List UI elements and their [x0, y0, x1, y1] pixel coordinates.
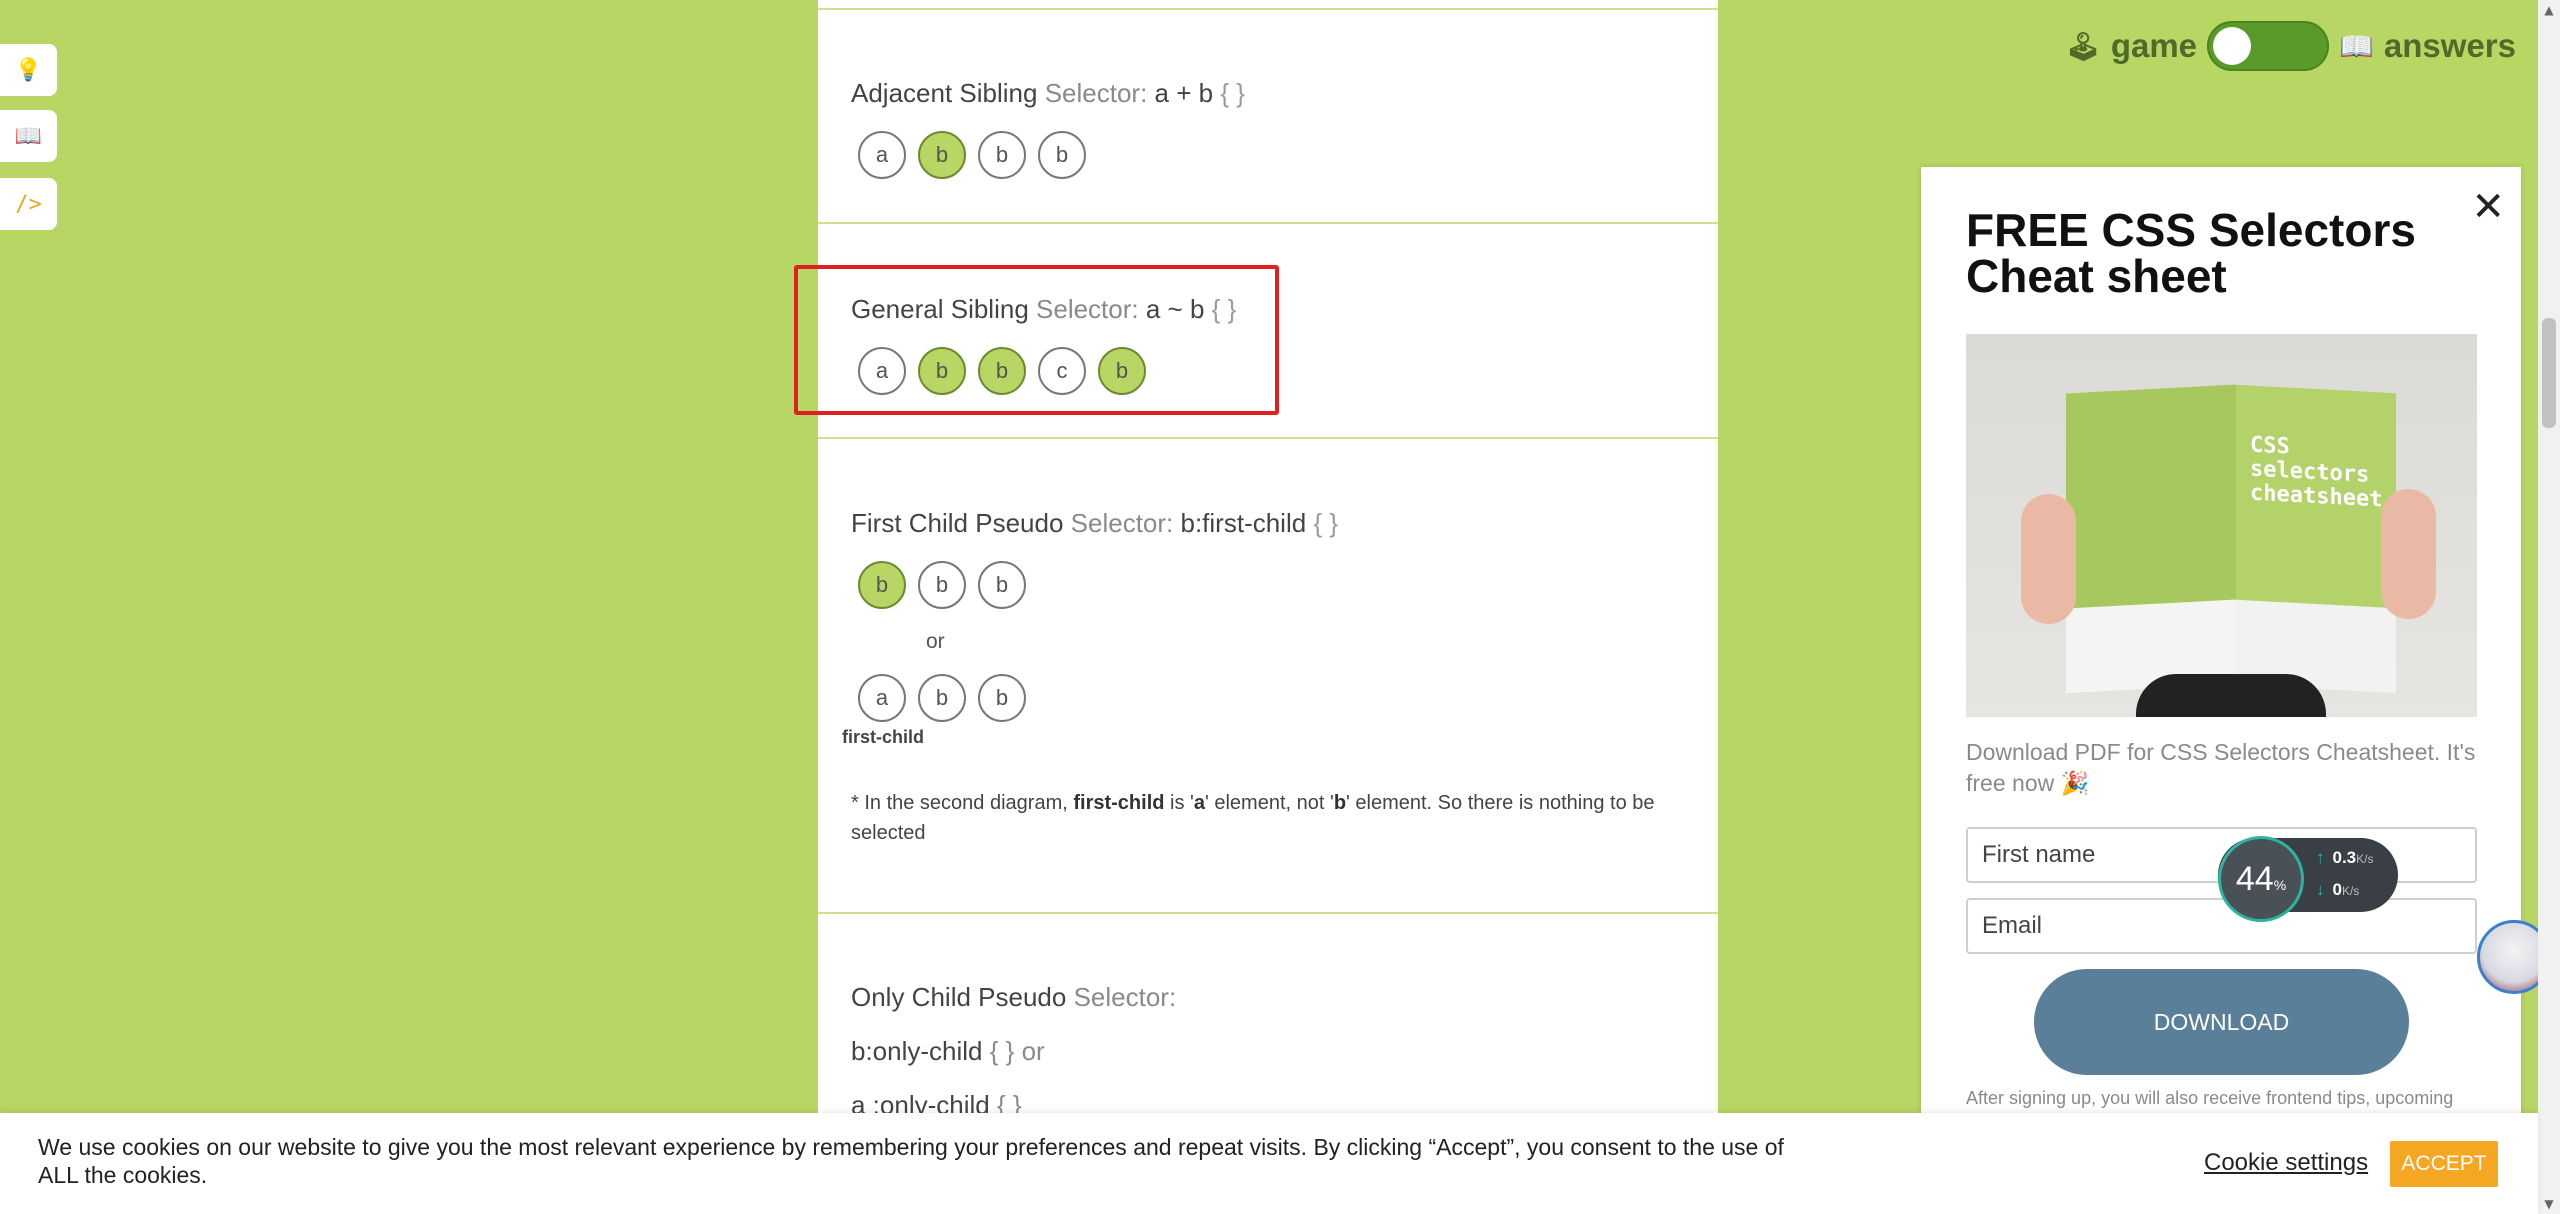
node-circle: b [978, 131, 1026, 179]
adjacent-diagram: a b b b [858, 131, 1086, 179]
mode-switch: 🕹 game 📖 answers [2065, 20, 2516, 72]
book-left-page [2066, 384, 2236, 694]
code-icon: /> [15, 191, 42, 217]
selector-braces: { } [1220, 78, 1245, 108]
selector-word: Selector: [1036, 294, 1139, 324]
node-circle: c [1038, 347, 1086, 395]
divider [818, 222, 1718, 224]
selector-code: b:first-child [1180, 508, 1307, 538]
selectors-content: Adjacent Sibling Selector: a + b { } a b… [818, 0, 1718, 1214]
only-child-line-1: b:only-child { } or [851, 1036, 1045, 1067]
selector-name: Only Child Pseudo [851, 982, 1067, 1012]
book-cover-text: CSS selectors cheatsheet [2250, 432, 2383, 513]
email-field[interactable]: Email [1966, 898, 2477, 954]
selector-word: Selector: [1073, 982, 1177, 1012]
selector-braces: { } [1211, 294, 1237, 324]
game-label[interactable]: game [2111, 27, 2197, 65]
divider [818, 912, 1718, 914]
general-diagram: a b b c b [858, 347, 1146, 395]
upload-arrow-icon: ↑ [2316, 848, 2325, 867]
node-circle: a [858, 131, 906, 179]
left-hand [2021, 494, 2076, 624]
selector-word: Selector: [1070, 508, 1174, 538]
page-scrollbar[interactable]: ▲ ▼ [2538, 0, 2560, 1214]
usage-percent: 44 [2235, 859, 2274, 898]
lightbulb-icon: 💡 [14, 57, 43, 83]
download-speed: ↓ 0K/s [2316, 880, 2360, 899]
node-circle: b [1038, 131, 1086, 179]
upload-speed: ↑ 0.3K/s [2316, 848, 2374, 867]
node-circle: a [858, 674, 906, 722]
selector-name: First Child Pseudo [851, 508, 1064, 538]
selector-braces: { } or [989, 1036, 1045, 1066]
divider [818, 437, 1718, 439]
scroll-up-arrow-icon[interactable]: ▲ [2538, 0, 2560, 20]
cookie-settings-link[interactable]: Cookie settings [2204, 1149, 2368, 1177]
game-answers-toggle[interactable] [2207, 21, 2330, 71]
scroll-down-arrow-icon[interactable]: ▼ [2538, 1194, 2560, 1214]
selector-name: Adjacent Sibling [851, 78, 1038, 108]
answers-label[interactable]: answers [2384, 27, 2516, 65]
book-right-page: CSS selectors cheatsheet [2236, 384, 2396, 694]
book-icon: 📖 [14, 123, 43, 149]
code-tab[interactable]: /> [0, 178, 57, 230]
cookie-banner: We use cookies on our website to give yo… [0, 1113, 2538, 1214]
selector-word: Selector: [1044, 78, 1148, 108]
node-circle: a [858, 347, 906, 395]
hint-tab[interactable]: 💡 [0, 44, 57, 96]
close-icon[interactable]: ✕ [2471, 187, 2505, 227]
download-arrow-icon: ↓ [2316, 880, 2325, 899]
first-child-caption: first-child [842, 727, 925, 747]
or-text: or [926, 630, 945, 653]
first-child-note: * In the second diagram, first-child is … [851, 792, 1655, 844]
node-circle-selected: b [978, 347, 1026, 395]
divider [818, 8, 1718, 10]
docs-tab[interactable]: 📖 [0, 110, 57, 162]
node-circle: b [918, 561, 966, 609]
selector-name: General Sibling [851, 294, 1029, 324]
node-circle: b [978, 561, 1026, 609]
node-circle-selected: b [1098, 347, 1146, 395]
selector-braces: { } [1313, 508, 1339, 538]
cpu-usage-ring: 44% [2218, 836, 2304, 922]
network-speed-widget[interactable]: 44% ↑ 0.3K/s ↓ 0K/s [2218, 836, 2398, 922]
node-circle: b [918, 674, 966, 722]
scroll-thumb[interactable] [2542, 318, 2556, 428]
shirt [2136, 674, 2326, 717]
first-child-title: First Child Pseudo Selector: b:first-chi… [851, 508, 1338, 539]
cheatsheet-cover-image: CSS selectors cheatsheet [1966, 334, 2477, 717]
cheatsheet-popup: ✕ FREE CSS Selectors Cheat sheet CSS sel… [1921, 167, 2521, 1214]
node-circle: b [978, 674, 1026, 722]
node-circle-selected: b [918, 131, 966, 179]
cookie-text: We use cookies on our website to give yo… [38, 1134, 1784, 1188]
first-child-diagram-1: b b b [858, 561, 1026, 609]
general-sibling-title: General Sibling Selector: a ~ b { } [851, 294, 1236, 325]
selector-code: a ~ b [1145, 294, 1205, 324]
download-button[interactable]: DOWNLOAD [2034, 969, 2409, 1075]
popup-description: Download PDF for CSS Selectors Cheatshee… [1966, 739, 2476, 796]
node-circle-selected: b [918, 347, 966, 395]
toggle-knob [2213, 27, 2252, 65]
accept-button[interactable]: ACCEPT [2390, 1141, 2498, 1187]
right-hand [2381, 489, 2436, 619]
book-icon: 📖 [2339, 30, 2374, 62]
usage-unit: % [2273, 877, 2287, 893]
first-child-diagram-2: a b b [858, 674, 1026, 722]
popup-title: FREE CSS Selectors Cheat sheet [1966, 204, 2416, 302]
only-child-title: Only Child Pseudo Selector: [851, 982, 1176, 1013]
node-circle-selected: b [858, 561, 906, 609]
joystick-icon: 🕹 [2065, 30, 2101, 62]
selector-code: b:only-child [851, 1036, 983, 1066]
after-signup-text: After signing up, you will also receive … [1966, 1088, 2454, 1108]
selector-code: a + b [1154, 78, 1214, 108]
adjacent-sibling-title: Adjacent Sibling Selector: a + b { } [851, 78, 1245, 109]
